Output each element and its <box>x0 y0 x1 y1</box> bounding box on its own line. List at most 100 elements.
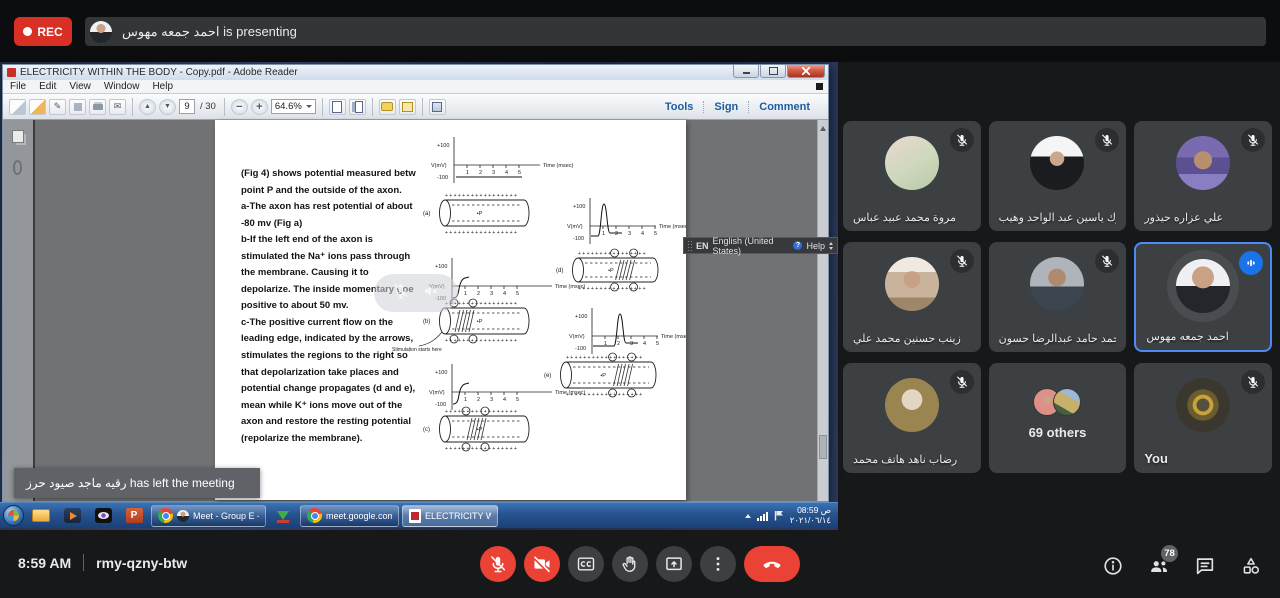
activities-button[interactable] <box>1240 555 1262 577</box>
participant-tile[interactable]: علي عزاره حيذور <box>1134 121 1272 231</box>
minimize-button[interactable] <box>733 65 759 78</box>
participant-tile[interactable]: أحمد حامد عبدالرضا حسون <box>989 242 1127 352</box>
zoom-in-icon[interactable]: + <box>251 99 268 115</box>
menu-item-file[interactable]: File <box>10 81 26 92</box>
download-manager-icon[interactable] <box>269 505 297 527</box>
participant-tile[interactable]: احمد جمعه مهوس <box>1134 242 1272 352</box>
scroll-up-icon[interactable] <box>820 123 826 131</box>
participant-tile[interactable]: مروة محمد عبيد عباس <box>843 121 981 231</box>
menu-item-view[interactable]: View <box>69 81 91 92</box>
svg-text:(b): (b) <box>423 319 430 325</box>
camera-off-button[interactable] <box>524 546 560 582</box>
mic-muted-badge <box>1095 249 1119 273</box>
close-button[interactable] <box>787 65 825 78</box>
menu-item-window[interactable]: Window <box>104 81 140 92</box>
menu-item-edit[interactable]: Edit <box>39 81 56 92</box>
print-icon[interactable] <box>89 99 106 115</box>
present-button[interactable] <box>656 546 692 582</box>
action-center-flag-icon[interactable] <box>774 510 784 521</box>
comment-button[interactable]: Comment <box>748 101 820 113</box>
svg-text:Stimulation starts here: Stimulation starts here <box>392 347 442 353</box>
scrollbar-thumb[interactable] <box>819 435 827 459</box>
mic-off-icon <box>392 282 410 305</box>
language-bar-options[interactable] <box>829 240 834 252</box>
zoom-out-icon[interactable]: − <box>231 99 248 115</box>
mic-off-button[interactable] <box>480 546 516 582</box>
participant-name: رضاب ناهد هاتف محمد <box>853 453 957 466</box>
svg-text:+ + + + + + + + + + + + + + +: + + + + + + + + + + + + + + + + + + <box>566 355 642 361</box>
chrome-meet-task[interactable]: Meet - Group E - ... <box>151 505 266 527</box>
sign-button[interactable]: Sign <box>703 101 748 113</box>
email-icon[interactable]: ✉ <box>109 99 126 115</box>
people-button[interactable]: 78 <box>1148 555 1170 577</box>
task-label: ELECTRICITY WIT... <box>425 511 491 521</box>
participant-name: تبارك ياسين عبد الواحد وهيب <box>999 211 1117 224</box>
adobe-title-bar[interactable]: ELECTRICITY WITHIN THE BODY - Copy.pdf -… <box>3 65 828 80</box>
adobe-reader-task[interactable]: ELECTRICITY WIT... <box>402 505 498 527</box>
page-down-icon[interactable]: ▼ <box>159 99 176 115</box>
language-bar[interactable]: EN English (United States) ? Help <box>683 237 838 254</box>
avatar <box>1030 136 1084 190</box>
chat-button[interactable] <box>1194 555 1216 577</box>
avatar <box>885 136 939 190</box>
participant-tile[interactable]: زينب حسنين محمد علي <box>843 242 981 352</box>
pages-panel-icon[interactable] <box>12 130 24 143</box>
end-call-button[interactable] <box>744 546 800 582</box>
start-button[interactable] <box>3 505 24 526</box>
chrome-tab-task[interactable]: meet.google.com... <box>300 505 399 527</box>
maximize-button[interactable] <box>760 65 786 78</box>
eye-app-icon[interactable] <box>89 505 117 527</box>
participant-tile[interactable]: تبارك ياسين عبد الواحد وهيب <box>989 121 1127 231</box>
close-document-icon[interactable] <box>816 83 823 90</box>
raise-hand-button[interactable] <box>612 546 648 582</box>
tools-button[interactable]: Tools <box>655 101 704 113</box>
panel-buttons: 78 <box>1102 555 1262 577</box>
two-page-icon[interactable] <box>349 99 366 115</box>
svg-text:5: 5 <box>516 291 519 297</box>
participant-tile[interactable]: رضاب ناهد هاتف محمد <box>843 363 981 473</box>
more-options-button[interactable] <box>700 546 736 582</box>
participant-name: زينب حسنين محمد علي <box>853 332 961 345</box>
expand-icon[interactable] <box>429 99 446 115</box>
participant-name: مروة محمد عبيد عباس <box>853 211 956 224</box>
captions-button[interactable] <box>568 546 604 582</box>
speaking-indicator <box>1239 251 1263 275</box>
export-icon[interactable] <box>29 99 46 115</box>
svg-text:•P: •P <box>477 319 483 325</box>
call-controls <box>480 546 800 582</box>
zoom-level-input[interactable]: 64.6% <box>271 99 316 114</box>
network-icon[interactable] <box>757 511 768 521</box>
svg-text:+100: +100 <box>435 264 447 270</box>
comment-icon[interactable] <box>379 99 396 115</box>
menu-item-help[interactable]: Help <box>152 81 173 92</box>
recording-dot-icon <box>23 27 32 36</box>
powerpoint-icon[interactable]: P <box>120 505 148 527</box>
meeting-details-button[interactable] <box>1102 555 1124 577</box>
note-icon[interactable] <box>399 99 416 115</box>
volume-off-icon <box>422 282 440 305</box>
hidden-icons-icon[interactable] <box>745 511 751 518</box>
explorer-icon[interactable] <box>27 505 55 527</box>
pdf-scrollbar[interactable] <box>817 120 828 501</box>
svg-text:5: 5 <box>516 397 519 403</box>
help-icon[interactable]: ? <box>793 241 802 250</box>
save-icon[interactable] <box>69 99 86 115</box>
one-page-icon[interactable] <box>329 99 346 115</box>
attachments-icon[interactable] <box>13 160 22 175</box>
participant-tile[interactable]: 69 others <box>989 363 1127 473</box>
svg-text:3: 3 <box>492 170 495 176</box>
windows-taskbar: PMeet - Group E - ... meet.google.com... E… <box>0 502 838 528</box>
media-player-icon[interactable] <box>58 505 86 527</box>
page-number-input[interactable]: 9 <box>179 99 195 114</box>
adobe-reader-icon <box>7 68 16 77</box>
adobe-toolbar: ✎✉ ▲▼ 9 / 30 −+ 64.6% ToolsSignComment <box>3 94 828 120</box>
tray-clock[interactable]: 08:59 ص٢٠٢١/٠٦/١٤ <box>790 506 831 525</box>
participant-tile[interactable]: You <box>1134 363 1272 473</box>
page-up-icon[interactable]: ▲ <box>139 99 156 115</box>
drag-handle-icon[interactable] <box>687 240 692 251</box>
participant-count-badge: 78 <box>1161 545 1178 562</box>
participant-name: أحمد حامد عبدالرضا حسون <box>999 332 1117 345</box>
pen-icon[interactable]: ✎ <box>49 99 66 115</box>
open-icon[interactable] <box>9 99 26 115</box>
help-label[interactable]: Help <box>806 241 825 251</box>
